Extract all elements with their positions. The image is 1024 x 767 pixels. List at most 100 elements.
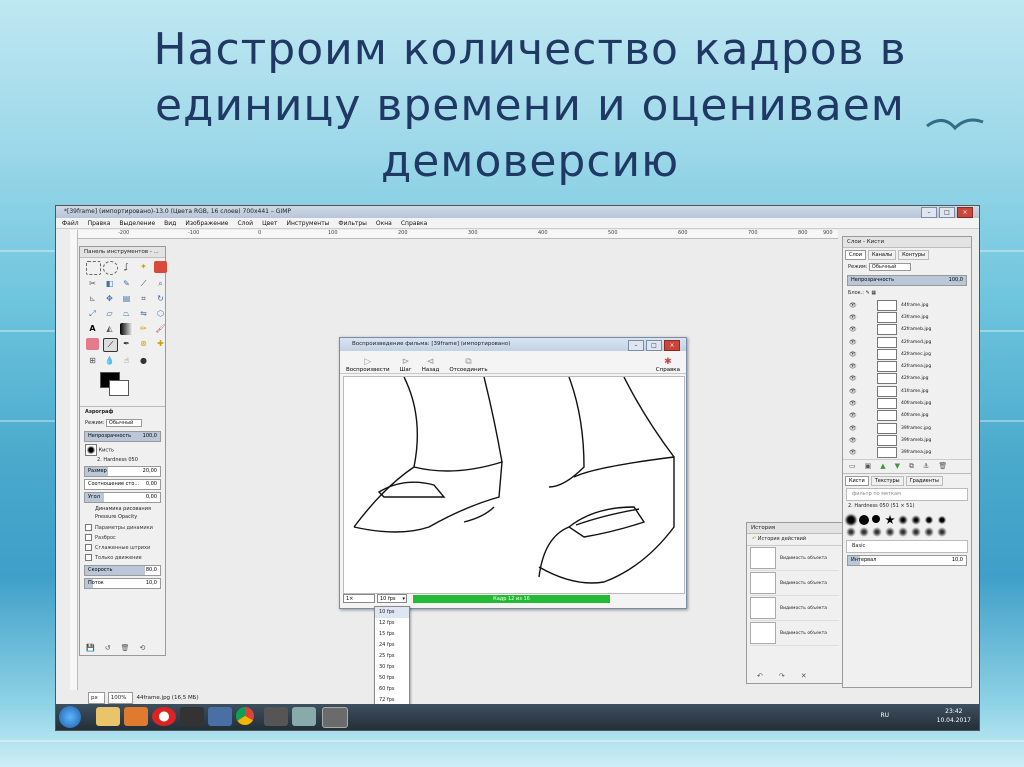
heal-icon[interactable]: ✚ [154, 338, 167, 350]
brush-swatch[interactable] [898, 526, 908, 537]
color-swatches[interactable] [100, 372, 165, 402]
brush-swatch[interactable] [859, 526, 869, 537]
rotate-icon[interactable]: ↻ [154, 293, 167, 305]
crop-icon[interactable]: ⌗ [137, 293, 150, 305]
lower-layer-icon[interactable]: ▼ [895, 462, 900, 471]
flip-icon[interactable]: ⇋ [137, 308, 150, 320]
brush-swatch[interactable] [885, 526, 895, 537]
eye-icon[interactable]: 👁 [849, 302, 859, 309]
smudge-icon[interactable]: ☝ [120, 355, 133, 367]
brush-filter-input[interactable]: фильтр по меткам [846, 487, 968, 501]
layer-row[interactable]: 👁 39framea.jpg [843, 447, 971, 459]
blur-icon[interactable]: 💧 [103, 355, 116, 367]
brush-tag[interactable]: Basic [846, 539, 968, 553]
move-icon[interactable]: ✥ [103, 293, 116, 305]
zoom-icon[interactable]: ⌕ [154, 278, 167, 290]
layer-row[interactable]: 👁 42framea.jpg [843, 360, 971, 373]
measure-icon[interactable]: ⊾ [86, 293, 99, 305]
undo-icon[interactable]: ↶ [757, 672, 763, 680]
smooth-stroke-checkbox[interactable]: Сглаженные штрихи [80, 543, 165, 553]
app-icon[interactable] [208, 707, 232, 726]
layer-row[interactable]: 👁 42framed.jpg [843, 336, 971, 348]
brush-swatch[interactable] [872, 514, 880, 523]
eye-icon[interactable]: 👁 [849, 339, 859, 346]
system-clock[interactable]: 23:42 10.04.2017 [937, 707, 971, 725]
tab-gradients[interactable]: Градиенты [905, 475, 943, 486]
horizontal-ruler[interactable]: -200 -100 0 100 200 300 400 500 600 700 … [78, 230, 838, 239]
gimp-taskbar-icon[interactable] [322, 707, 348, 728]
layer-row[interactable]: 👁 40frame.jpg [843, 410, 971, 422]
eye-icon[interactable]: 👁 [849, 314, 859, 321]
bucket-fill-icon[interactable]: ◭ [103, 323, 116, 335]
brush-value[interactable]: 2. Hardness 050 [97, 457, 138, 463]
opera-icon[interactable] [152, 707, 176, 726]
clear-history-icon[interactable]: ✕ [801, 672, 807, 680]
app-icon[interactable] [264, 707, 288, 726]
save-options-icon[interactable]: 💾 [86, 644, 95, 652]
background-color-swatch[interactable] [109, 380, 129, 396]
layer-row[interactable]: 👁 42framec.jpg [843, 348, 971, 360]
redo-icon[interactable]: ↷ [779, 672, 785, 680]
anchor-layer-icon[interactable]: ⚓ [923, 462, 929, 471]
brush-swatch[interactable] [872, 526, 882, 537]
help-button[interactable]: ✱ Справка [656, 358, 680, 374]
lock-alpha-icon[interactable]: ▦ [871, 290, 876, 296]
paths-icon[interactable]: ✎ [120, 278, 133, 290]
layer-row[interactable]: 👁 42frameb.jpg [843, 324, 971, 336]
spacing-slider[interactable]: Интервал 10,0 [847, 554, 967, 566]
step-button[interactable]: ⊳ Шаг [400, 358, 412, 374]
start-button[interactable] [59, 706, 81, 728]
paintbrush-icon[interactable]: 🖌 [154, 323, 167, 335]
eraser-icon[interactable] [86, 338, 99, 350]
ink-icon[interactable]: ✒ [120, 338, 133, 350]
eye-icon[interactable]: 👁 [849, 375, 859, 382]
history-item[interactable]: Видимость объекта [750, 546, 839, 571]
raise-layer-icon[interactable]: ▲ [880, 462, 885, 471]
opacity-slider[interactable]: Непрозрачность 100,0 [84, 431, 161, 442]
aspect-slider[interactable]: Соотношение сто... 0,00 [84, 479, 161, 490]
delete-layer-icon[interactable]: 🗑 [938, 462, 947, 471]
fps-option[interactable]: 10 fps [375, 607, 409, 618]
history-tab[interactable]: ↶ История действий [747, 534, 842, 546]
speed-select[interactable]: 1× [343, 594, 375, 603]
brush-swatch[interactable] [859, 514, 869, 525]
motion-only-checkbox[interactable]: Только движение [80, 553, 165, 563]
layer-row[interactable]: 👁 44frame.jpg [843, 299, 971, 311]
maximize-button[interactable]: □ [939, 207, 955, 218]
dodge-burn-icon[interactable]: ● [137, 355, 150, 367]
eye-icon[interactable]: 👁 [849, 363, 859, 370]
fps-option[interactable]: 12 fps [375, 618, 409, 629]
align-icon[interactable]: ▤ [120, 293, 133, 305]
clone-icon[interactable]: ⊛ [137, 338, 150, 350]
pencil-icon[interactable]: ✏ [137, 323, 150, 335]
layer-mode-select[interactable]: Обычный [868, 263, 912, 271]
color-picker-icon[interactable]: ⟋ [137, 278, 150, 290]
cage-icon[interactable]: ⬡ [154, 308, 167, 320]
tab-channels[interactable]: Каналы [868, 250, 897, 260]
fps-select[interactable]: 10 fps ▾ [377, 594, 407, 603]
perspective-clone-icon[interactable]: ⊞ [86, 355, 99, 367]
explorer-icon[interactable] [96, 707, 120, 726]
shear-icon[interactable]: ▱ [103, 308, 116, 320]
angle-slider[interactable]: Угол 0,00 [84, 492, 161, 503]
layer-row[interactable]: 👁 42frame.jpg [843, 373, 971, 385]
eye-icon[interactable]: 👁 [849, 326, 859, 333]
movie-minimize-button[interactable]: – [628, 340, 644, 351]
history-item[interactable]: Видимость объекта [750, 571, 839, 596]
chrome-icon[interactable] [236, 707, 254, 725]
eye-icon[interactable]: 👁 [849, 425, 859, 432]
color-select-icon[interactable] [154, 261, 167, 273]
brush-swatch[interactable] [846, 526, 856, 537]
tab-brushes[interactable]: Кисти [845, 475, 869, 486]
brush-swatch[interactable] [924, 526, 934, 537]
foreground-select-icon[interactable]: ◧ [103, 278, 116, 290]
eye-icon[interactable]: 👁 [849, 449, 859, 456]
history-item[interactable]: Видимость объекта [750, 621, 839, 646]
fps-option[interactable]: 15 fps [375, 629, 409, 640]
dynamics-row[interactable]: Динамика рисования Pressure Opacity [80, 505, 165, 523]
menu-windows[interactable]: Окна [376, 218, 392, 228]
fps-option[interactable]: 24 fps [375, 640, 409, 651]
text-icon[interactable]: A [86, 323, 99, 335]
jitter-checkbox[interactable]: Разброс [80, 533, 165, 543]
layer-row[interactable]: 👁 39frameb.jpg [843, 434, 971, 446]
